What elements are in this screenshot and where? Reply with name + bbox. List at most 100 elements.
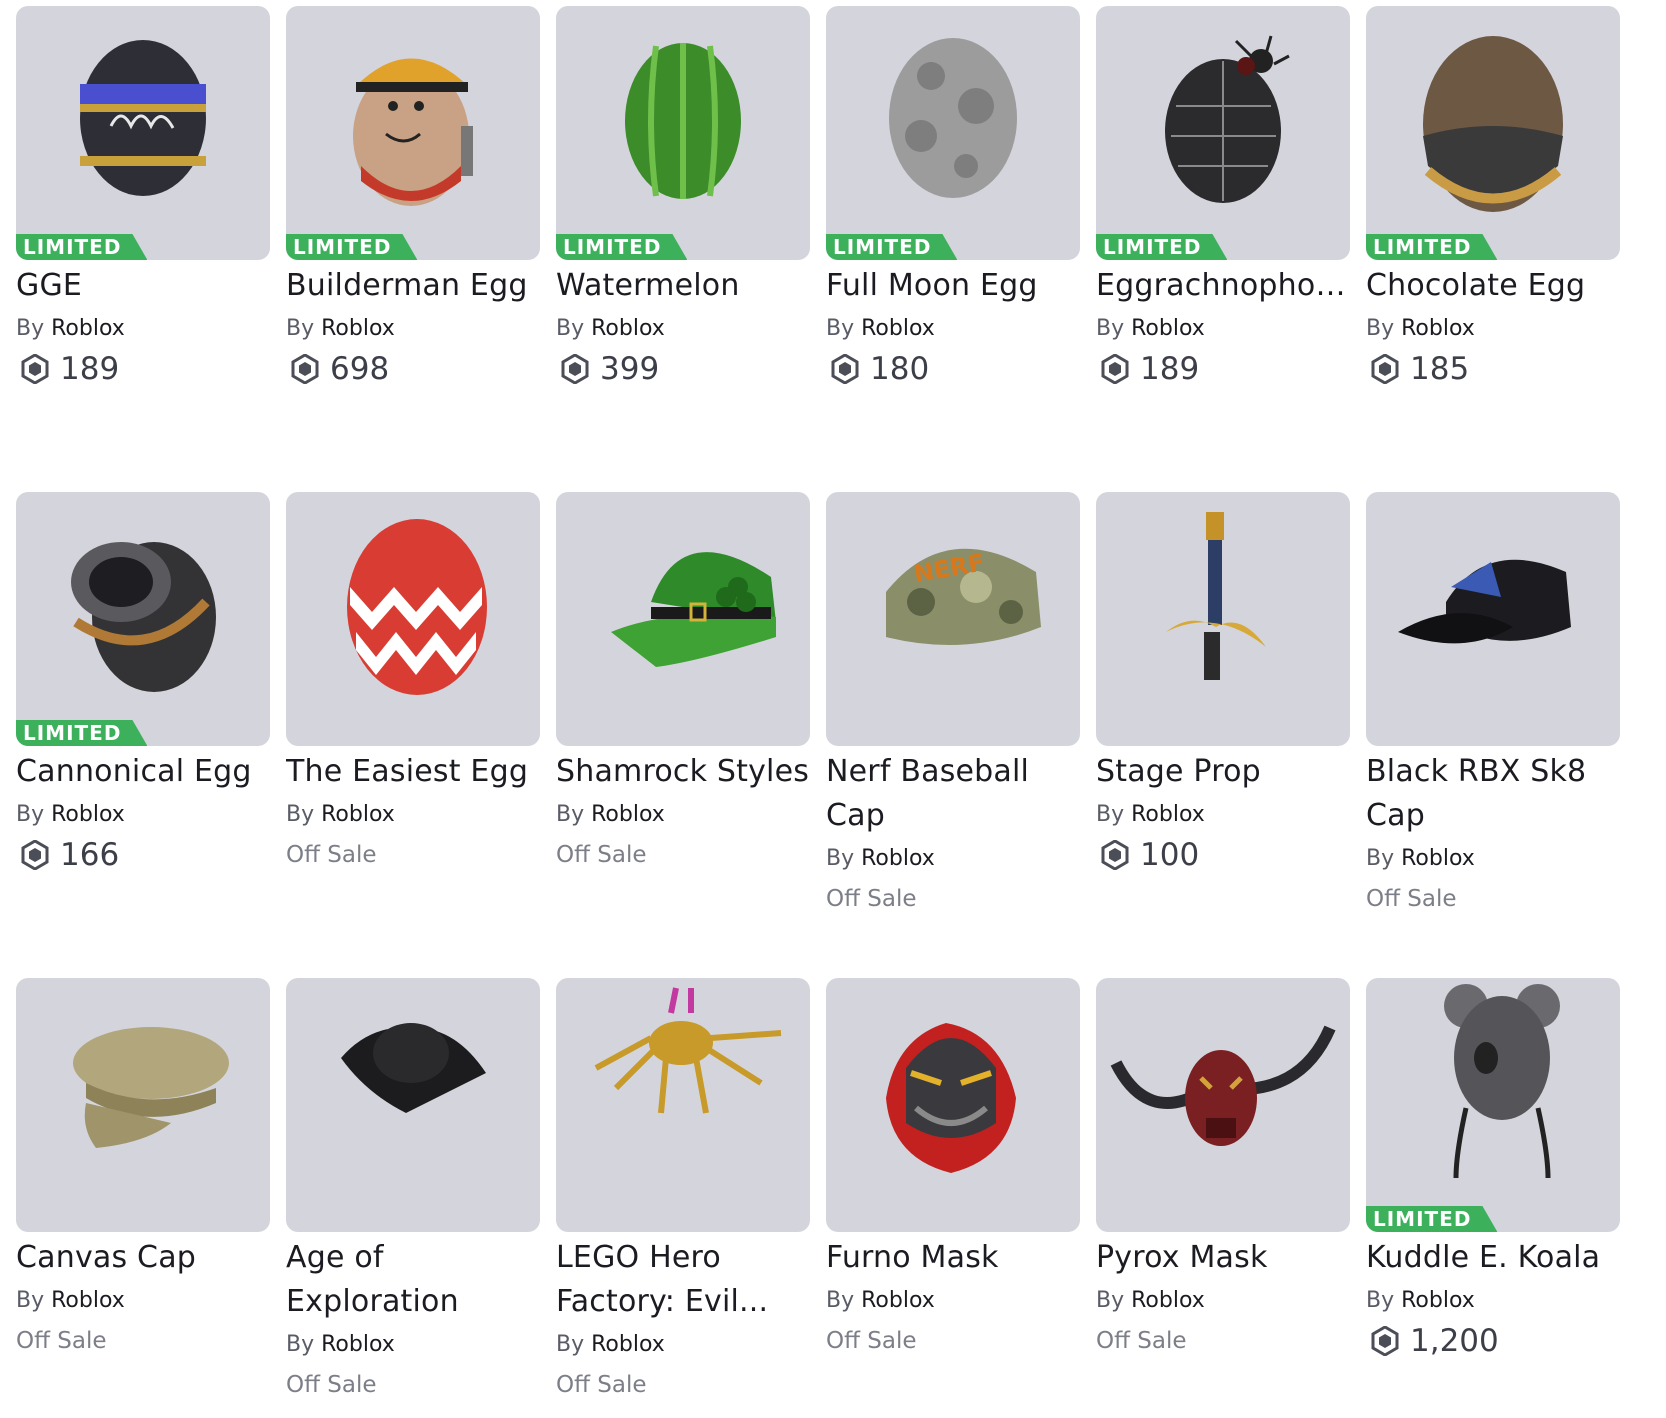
spider-creature-icon bbox=[594, 987, 782, 1114]
by-label: By bbox=[1366, 1288, 1395, 1313]
catalog-item-card[interactable]: Shamrock Styles By Roblox Off Sale bbox=[556, 492, 810, 978]
item-name[interactable]: Full Moon Egg bbox=[826, 264, 1080, 308]
robux-icon bbox=[291, 354, 319, 384]
item-thumbnail[interactable]: LIMITED bbox=[1096, 6, 1350, 260]
creator-link[interactable]: Roblox bbox=[861, 316, 935, 341]
creator-link[interactable]: Roblox bbox=[321, 316, 395, 341]
item-thumbnail[interactable] bbox=[16, 978, 270, 1232]
catalog-item-card[interactable]: LIMITED GGE By Roblox 189 bbox=[16, 6, 270, 492]
item-thumbnail[interactable]: NERF bbox=[826, 492, 1080, 746]
creator-link[interactable]: Roblox bbox=[591, 1332, 665, 1357]
item-thumbnail[interactable]: LIMITED bbox=[1366, 6, 1620, 260]
item-name[interactable]: Age of Exploration bbox=[286, 1236, 540, 1324]
item-thumbnail[interactable] bbox=[286, 978, 540, 1232]
item-name[interactable]: Canvas Cap bbox=[16, 1236, 270, 1280]
by-label: By bbox=[16, 802, 45, 827]
item-name[interactable]: Watermelon bbox=[556, 264, 810, 308]
catalog-item-card[interactable]: LIMITED Cannonical Egg By Roblox 166 bbox=[16, 492, 270, 978]
creator-link[interactable]: Roblox bbox=[591, 802, 665, 827]
item-name[interactable]: LEGO Hero Factory: Evil... bbox=[556, 1236, 810, 1324]
catalog-item-card[interactable]: LIMITED Eggrachnophobia By Roblox 189 bbox=[1096, 6, 1350, 492]
item-thumbnail[interactable]: LIMITED bbox=[556, 6, 810, 260]
robux-icon bbox=[561, 354, 589, 384]
robux-icon bbox=[21, 840, 49, 870]
item-name[interactable]: Eggrachnophobia bbox=[1096, 264, 1350, 308]
item-price: 180 bbox=[826, 350, 1080, 388]
item-name[interactable]: Chocolate Egg bbox=[1366, 264, 1620, 308]
item-thumbnail[interactable] bbox=[1096, 978, 1350, 1232]
item-name[interactable]: Pyrox Mask bbox=[1096, 1236, 1350, 1280]
creator-link[interactable]: Roblox bbox=[51, 802, 125, 827]
item-name[interactable]: The Easiest Egg bbox=[286, 750, 540, 794]
item-thumbnail[interactable] bbox=[286, 492, 540, 746]
limited-badge: LIMITED bbox=[16, 234, 147, 260]
catalog-item-card[interactable]: Age of Exploration By Roblox Off Sale bbox=[286, 978, 540, 1408]
item-thumbnail[interactable]: LIMITED bbox=[16, 6, 270, 260]
item-name[interactable]: Black RBX Sk8 Cap bbox=[1366, 750, 1620, 838]
robux-icon bbox=[831, 354, 859, 384]
creator-link[interactable]: Roblox bbox=[1401, 846, 1475, 871]
item-thumbnail[interactable]: LIMITED bbox=[1366, 978, 1620, 1232]
item-price: 189 bbox=[16, 350, 270, 388]
catalog-item-card[interactable]: LEGO Hero Factory: Evil... By Roblox Off S… bbox=[556, 978, 810, 1408]
limited-badge: LIMITED bbox=[16, 720, 147, 746]
creator-link[interactable]: Roblox bbox=[321, 802, 395, 827]
koala-hat-icon bbox=[1444, 984, 1560, 1179]
item-name[interactable]: Nerf Baseball Cap bbox=[826, 750, 1080, 838]
creator-link[interactable]: Roblox bbox=[1131, 1288, 1205, 1313]
limited-badge: LIMITED bbox=[556, 234, 687, 260]
limited-badge: LIMITED bbox=[1366, 234, 1497, 260]
creator-link[interactable]: Roblox bbox=[591, 316, 665, 341]
item-creator: By Roblox bbox=[286, 312, 540, 346]
item-thumbnail[interactable] bbox=[826, 978, 1080, 1232]
item-name[interactable]: GGE bbox=[16, 264, 270, 308]
creator-link[interactable]: Roblox bbox=[51, 1288, 125, 1313]
item-creator: By Roblox bbox=[16, 1284, 270, 1318]
off-sale-label: Off Sale bbox=[556, 1372, 647, 1398]
item-name[interactable]: Stage Prop bbox=[1096, 750, 1350, 794]
by-label: By bbox=[556, 316, 585, 341]
catalog-item-card[interactable]: Black RBX Sk8 Cap By Roblox Off Sale bbox=[1366, 492, 1620, 978]
item-name[interactable]: Builderman Egg bbox=[286, 264, 540, 308]
item-thumbnail[interactable]: LIMITED bbox=[826, 6, 1080, 260]
item-price: 189 bbox=[1096, 350, 1350, 388]
catalog-item-card[interactable]: Furno Mask By Roblox Off Sale bbox=[826, 978, 1080, 1408]
limited-badge: LIMITED bbox=[1096, 234, 1227, 260]
item-name[interactable]: Shamrock Styles bbox=[556, 750, 810, 794]
item-thumbnail[interactable]: LIMITED bbox=[286, 6, 540, 260]
item-creator: By Roblox bbox=[1366, 1284, 1620, 1318]
creator-link[interactable]: Roblox bbox=[321, 1332, 395, 1357]
item-thumbnail[interactable] bbox=[1366, 492, 1620, 746]
creator-link[interactable]: Roblox bbox=[1401, 316, 1475, 341]
item-thumbnail[interactable] bbox=[556, 978, 810, 1232]
item-price: 185 bbox=[1366, 350, 1620, 388]
catalog-item-card[interactable]: Stage Prop By Roblox 100 bbox=[1096, 492, 1350, 978]
zigzag-egg-icon bbox=[347, 519, 487, 695]
creator-link[interactable]: Roblox bbox=[51, 316, 125, 341]
item-name[interactable]: Kuddle E. Koala bbox=[1366, 1236, 1620, 1280]
catalog-item-card[interactable]: Pyrox Mask By Roblox Off Sale bbox=[1096, 978, 1350, 1408]
catalog-item-card[interactable]: LIMITED Full Moon Egg By Roblox 180 bbox=[826, 6, 1080, 492]
item-name[interactable]: Furno Mask bbox=[826, 1236, 1080, 1280]
item-thumbnail[interactable] bbox=[1096, 492, 1350, 746]
by-label: By bbox=[556, 1332, 585, 1357]
creator-link[interactable]: Roblox bbox=[861, 1288, 935, 1313]
catalog-item-card[interactable]: NERF Nerf Baseball Cap By Roblox Off Sale bbox=[826, 492, 1080, 978]
item-creator: By Roblox bbox=[1096, 1284, 1350, 1318]
catalog-item-card[interactable]: LIMITED Watermelon By Roblox 399 bbox=[556, 6, 810, 492]
catalog-item-card[interactable]: Canvas Cap By Roblox Off Sale bbox=[16, 978, 270, 1408]
shamrock-cap-icon bbox=[611, 552, 776, 667]
item-thumbnail[interactable] bbox=[556, 492, 810, 746]
creator-link[interactable]: Roblox bbox=[861, 846, 935, 871]
item-price: 698 bbox=[286, 350, 540, 388]
catalog-item-card[interactable]: LIMITED Builderman Egg By Roblox 698 bbox=[286, 6, 540, 492]
item-thumbnail[interactable]: LIMITED bbox=[16, 492, 270, 746]
cannon-egg-icon bbox=[71, 542, 216, 692]
creator-link[interactable]: Roblox bbox=[1401, 1288, 1475, 1313]
catalog-item-card[interactable]: LIMITED Kuddle E. Koala By Roblox 1,200 bbox=[1366, 978, 1620, 1408]
catalog-item-card[interactable]: The Easiest Egg By Roblox Off Sale bbox=[286, 492, 540, 978]
creator-link[interactable]: Roblox bbox=[1131, 802, 1205, 827]
creator-link[interactable]: Roblox bbox=[1131, 316, 1205, 341]
catalog-item-card[interactable]: LIMITED Chocolate Egg By Roblox 185 bbox=[1366, 6, 1620, 492]
item-name[interactable]: Cannonical Egg bbox=[16, 750, 270, 794]
